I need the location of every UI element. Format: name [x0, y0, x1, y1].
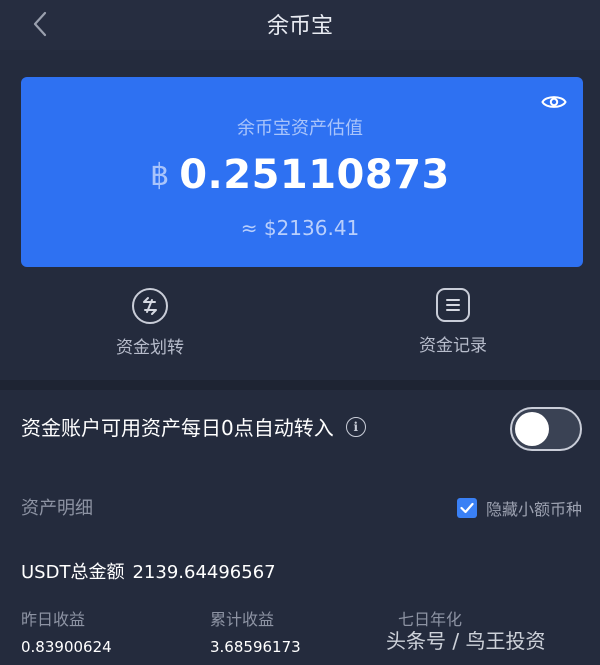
records-button[interactable]: 资金记录 — [373, 288, 533, 356]
usdt-total-value: 2139.64496567 — [132, 562, 276, 583]
top-nav-bar: 余币宝 — [0, 0, 600, 50]
stat-label: 累计收益 — [210, 610, 275, 629]
records-label: 资金记录 — [419, 336, 487, 356]
records-icon — [436, 288, 470, 322]
auto-transfer-row: 资金账户可用资产每日0点自动转入 i — [21, 412, 366, 441]
stat-value: 0.83900624 — [21, 638, 112, 656]
hide-small-balances-label: 隐藏小额币种 — [485, 500, 582, 519]
auto-transfer-label: 资金账户可用资产每日0点自动转入 — [21, 416, 334, 440]
section-divider — [0, 380, 600, 390]
bitcoin-symbol: ฿ — [150, 157, 170, 193]
page-title: 余币宝 — [266, 14, 333, 39]
eye-icon[interactable] — [541, 93, 567, 111]
usd-equivalent: ≈ $2136.41 — [240, 216, 360, 240]
toggle-knob — [515, 412, 549, 446]
asset-valuation-label: 余币宝资产估值 — [237, 118, 363, 139]
cumulative-earnings: 累计收益 3.68596173 — [210, 606, 301, 656]
asset-details-title: 资产明细 — [21, 498, 93, 519]
watermark-text: 头条号 / 鸟王投资 — [386, 629, 546, 653]
stat-label: 昨日收益 — [21, 610, 86, 629]
usdt-total-label: USDT总金额 — [21, 562, 125, 583]
checkbox-checked-icon[interactable] — [456, 498, 477, 518]
auto-transfer-toggle[interactable] — [510, 407, 582, 451]
stat-value: 3.68596173 — [210, 638, 301, 656]
transfer-icon — [132, 288, 168, 324]
yesterday-earnings: 昨日收益 0.83900624 — [21, 606, 112, 656]
info-icon[interactable]: i — [345, 416, 366, 437]
balance-amount: 0.25110873 — [179, 152, 450, 198]
hide-small-balances-option[interactable]: 隐藏小额币种 — [456, 496, 582, 520]
usdt-total-row: USDT总金额 2139.64496567 — [21, 558, 276, 584]
btc-balance: ฿ 0.25110873 — [0, 152, 600, 198]
transfer-button[interactable]: 资金划转 — [70, 288, 230, 358]
transfer-label: 资金划转 — [116, 338, 184, 358]
